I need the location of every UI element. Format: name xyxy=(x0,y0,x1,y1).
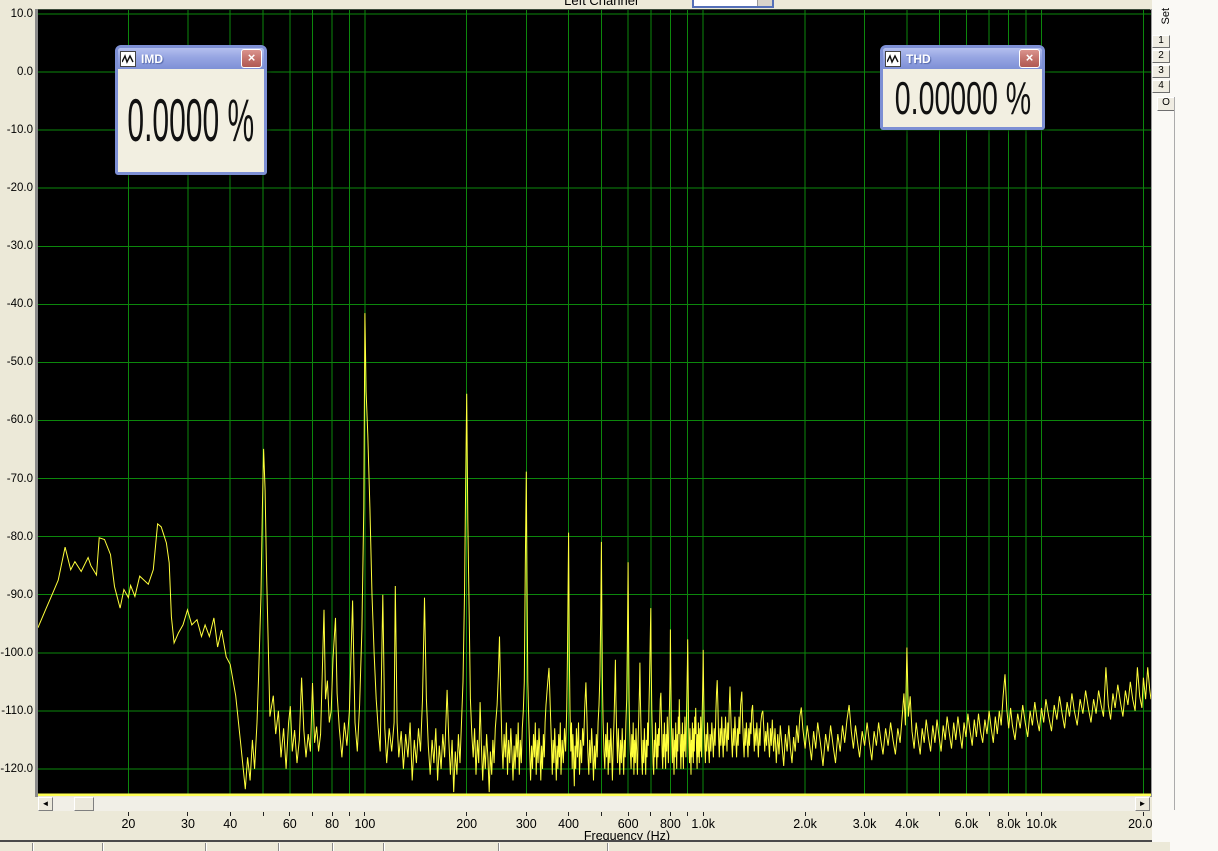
toolbar-separator xyxy=(332,843,334,851)
imd-title-bar[interactable]: IMD × xyxy=(118,48,264,69)
x-tick-mark xyxy=(864,812,866,816)
x-tick-mark xyxy=(289,812,291,816)
x-tick-mark xyxy=(525,812,527,816)
x-tick-label: 200 xyxy=(456,817,478,831)
y-tick-label: -20.0 xyxy=(6,182,33,195)
toolbar-separator xyxy=(498,843,500,851)
o-button[interactable]: O xyxy=(1157,97,1175,111)
thd-title-bar[interactable]: THD × xyxy=(883,48,1042,69)
y-tick-label: -50.0 xyxy=(6,356,33,369)
panel-divider xyxy=(1174,97,1175,810)
x-tick-mark xyxy=(669,812,671,816)
x-tick-mark xyxy=(229,812,231,816)
set-label: Set xyxy=(1160,8,1172,25)
y-tick-label: -70.0 xyxy=(6,472,33,485)
preset-button-2[interactable]: 2 xyxy=(1152,50,1170,63)
x-tick-mark xyxy=(804,812,806,816)
preset-button-4[interactable]: 4 xyxy=(1152,80,1170,93)
toolbar-separator xyxy=(278,843,280,851)
y-tick-label: -40.0 xyxy=(6,298,33,311)
imd-title: IMD xyxy=(141,51,163,66)
imd-meter-body: 0.0000 % xyxy=(118,69,264,172)
toolbar-separator xyxy=(32,843,34,851)
left-arrow-icon: ◄ xyxy=(41,799,50,808)
x-tick-mark xyxy=(364,812,366,816)
preset-button-3[interactable]: 3 xyxy=(1152,65,1170,78)
y-tick-label: -30.0 xyxy=(6,240,33,253)
x-tick-mark xyxy=(702,812,704,816)
scrollbar-thumb[interactable] xyxy=(74,797,94,811)
channel-selector[interactable] xyxy=(692,0,774,8)
thd-window: THD × 0.00000 % xyxy=(880,45,1045,130)
y-tick-label: -90.0 xyxy=(6,588,33,601)
y-tick-label: -110.0 xyxy=(1,704,33,717)
x-tick-mark xyxy=(262,812,264,816)
imd-close-button[interactable]: × xyxy=(241,49,262,68)
bottom-right-patch xyxy=(1152,842,1170,851)
x-tick-label: 4.0k xyxy=(895,817,919,831)
x-tick-label: 10.0k xyxy=(1026,817,1057,831)
x-tick-mark xyxy=(466,812,468,816)
waveform-icon xyxy=(885,50,901,67)
toolbar-separator xyxy=(205,843,207,851)
x-tick-mark xyxy=(600,812,602,816)
x-tick-mark xyxy=(1008,812,1010,816)
x-tick-mark xyxy=(988,812,990,816)
y-tick-label: 0.0 xyxy=(17,66,33,79)
x-tick-mark xyxy=(650,812,652,816)
x-tick-mark xyxy=(187,812,189,816)
y-tick-label: -80.0 xyxy=(6,530,33,543)
y-tick-label: -60.0 xyxy=(6,414,33,427)
y-tick-label: -10.0 xyxy=(6,124,33,137)
toolbar-separator xyxy=(607,843,609,851)
scroll-left-button[interactable]: ◄ xyxy=(38,797,53,811)
x-tick-label: 20 xyxy=(121,817,136,831)
imd-value: 0.0000 % xyxy=(127,87,255,154)
x-tick-label: 2.0k xyxy=(793,817,817,831)
x-tick-mark xyxy=(127,812,129,816)
right-arrow-icon: ► xyxy=(1138,799,1147,808)
toolbar-separator xyxy=(383,843,385,851)
y-tick-label: -120.0 xyxy=(0,762,33,775)
x-tick-label: 40 xyxy=(223,817,238,831)
x-tick-mark xyxy=(939,812,941,816)
thd-title: THD xyxy=(906,51,931,66)
channel-label: Left Channel xyxy=(564,0,638,8)
x-tick-mark xyxy=(965,812,967,816)
y-tick-label: 10.0 xyxy=(10,8,33,20)
x-tick-mark xyxy=(1041,812,1043,816)
x-tick-mark xyxy=(906,812,908,816)
toolbar-separator xyxy=(102,843,104,851)
spinner-button-icon[interactable] xyxy=(757,0,772,6)
h-scrollbar[interactable]: ◄ ► xyxy=(38,797,1150,811)
scroll-right-button[interactable]: ► xyxy=(1135,797,1150,811)
x-tick-mark xyxy=(331,812,333,816)
waveform-icon xyxy=(120,50,136,67)
preset-button-1[interactable]: 1 xyxy=(1152,35,1170,48)
x-tick-label: 100 xyxy=(354,817,376,831)
y-tick-label: -100.0 xyxy=(0,646,33,659)
thd-close-button[interactable]: × xyxy=(1019,49,1040,68)
x-tick-mark xyxy=(687,812,689,816)
x-tick-mark xyxy=(348,812,350,816)
app-screen: Left Channel 10.0 0.0 -10.0 -20.0 -30.0 -40.0… xyxy=(0,0,1218,851)
bottom-toolbar xyxy=(0,842,1170,851)
thd-meter-body: 0.00000 % xyxy=(883,69,1042,127)
x-tick-mark xyxy=(568,812,570,816)
x-tick-mark xyxy=(311,812,313,816)
thd-value: 0.00000 % xyxy=(894,72,1031,124)
right-panel xyxy=(1152,0,1218,851)
x-tick-mark xyxy=(627,812,629,816)
spectrum-trace xyxy=(38,313,1151,793)
x-tick-mark xyxy=(1142,812,1144,816)
x-tick-mark xyxy=(1025,812,1027,816)
imd-window: IMD × 0.0000 % xyxy=(115,45,267,175)
